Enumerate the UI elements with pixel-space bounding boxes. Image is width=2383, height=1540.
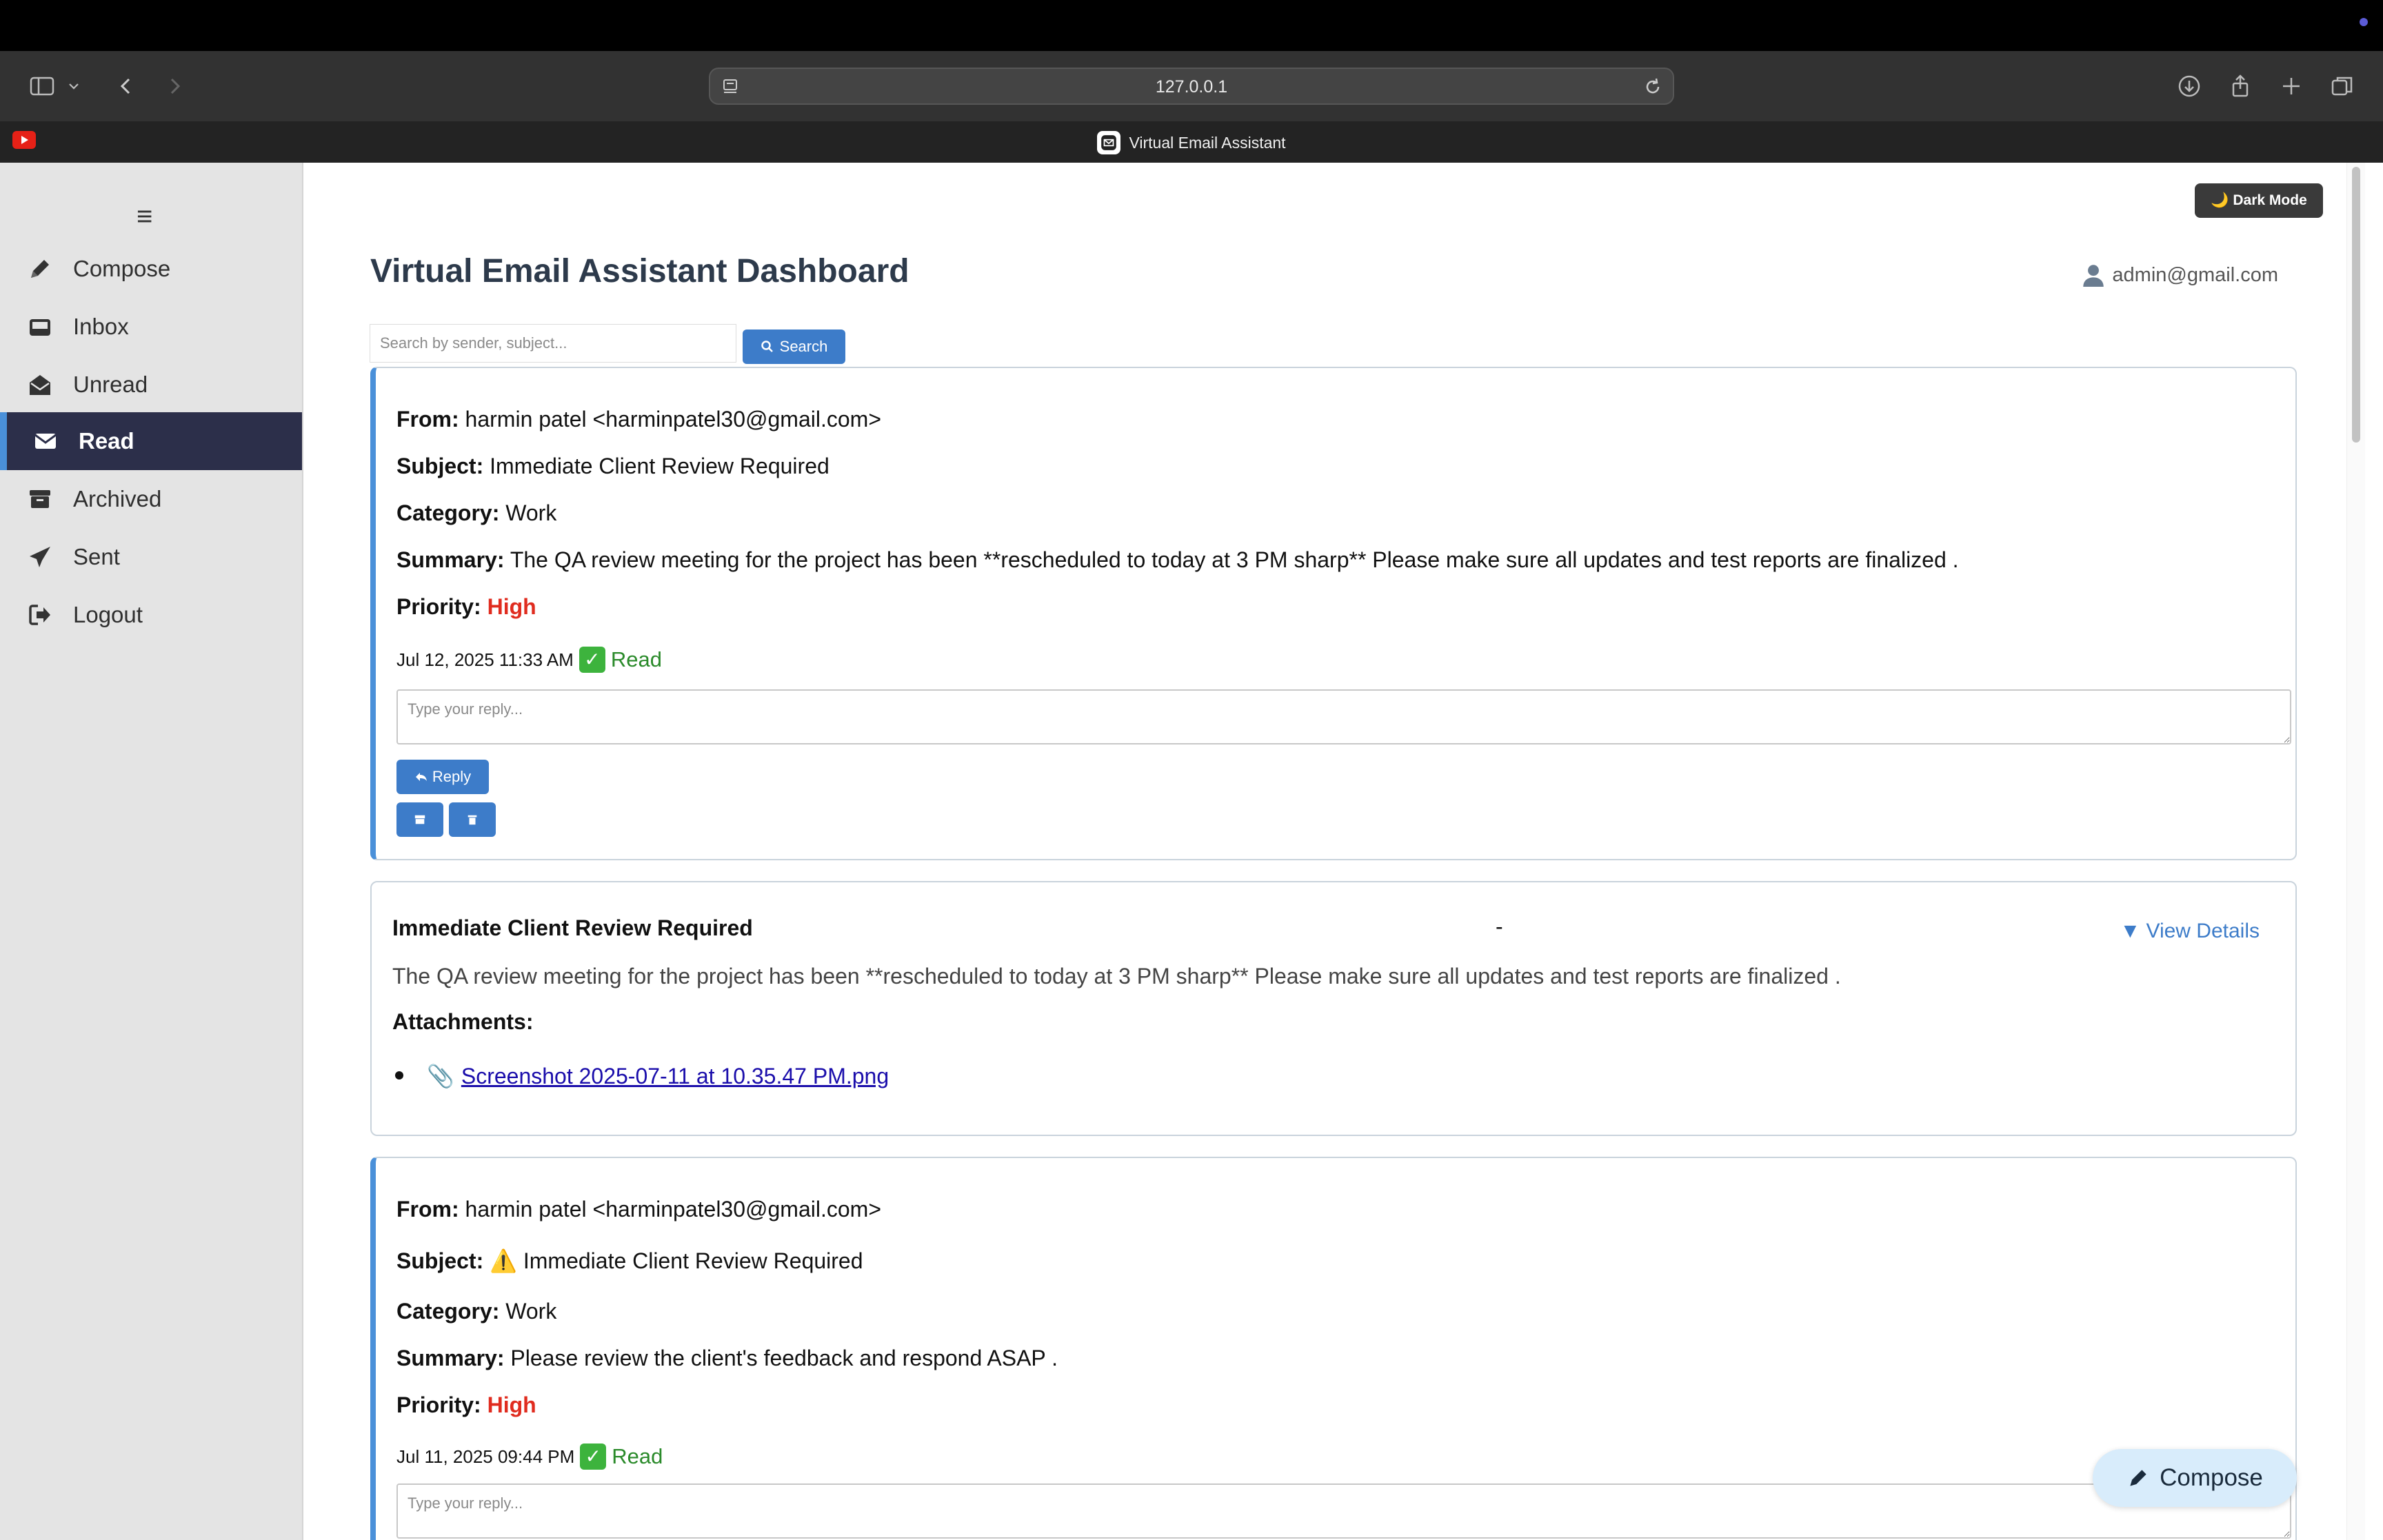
status-dot xyxy=(2360,18,2368,26)
page-title: Virtual Email Assistant Dashboard xyxy=(370,253,909,290)
email-date: Jul 11, 2025 09:44 PM xyxy=(396,1446,575,1467)
forward-arrow-icon[interactable] xyxy=(159,70,190,102)
system-menu-bar xyxy=(0,0,2383,51)
archive-box-icon xyxy=(25,484,55,514)
sidebar-item-label: Archived xyxy=(73,486,162,511)
paperclip-icon: 📎 xyxy=(427,1064,454,1088)
user-icon xyxy=(2083,265,2104,287)
dark-mode-button[interactable]: 🌙 Dark Mode xyxy=(2195,183,2323,218)
sidebar-item-label: Sent xyxy=(73,544,120,569)
reply-textarea[interactable] xyxy=(396,689,2291,744)
url-text[interactable]: 127.0.0.1 xyxy=(710,77,1673,97)
attachments-label: Attachments: xyxy=(392,1009,534,1034)
archive-button[interactable] xyxy=(396,802,443,837)
email-priority: Priority: High xyxy=(396,594,536,619)
search-input[interactable] xyxy=(370,324,736,363)
app-viewport: ≡ Compose Inbox Unread Read Archived Sen… xyxy=(0,163,2383,1540)
email-summary: Summary: The QA review meeting for the p… xyxy=(396,547,1959,572)
check-mark-icon: ✓ xyxy=(580,1443,607,1470)
email-card: From: harmin patel <harminpatel30@gmail.… xyxy=(370,1157,2297,1540)
sidebar-item-label: Inbox xyxy=(73,314,129,339)
search-icon xyxy=(761,341,773,352)
archive-icon xyxy=(414,815,425,824)
trash-icon xyxy=(467,815,477,825)
floating-compose-button[interactable]: Compose xyxy=(2093,1449,2297,1507)
sidebar-item-read[interactable]: Read xyxy=(0,412,302,470)
sidebar-item-inbox[interactable]: Inbox xyxy=(0,298,302,356)
sidebar-item-label: Read xyxy=(79,428,134,454)
pencil-icon xyxy=(25,254,55,284)
detail-summary: The QA review meeting for the project ha… xyxy=(392,964,1841,989)
sidebar-item-unread[interactable]: Unread xyxy=(0,356,302,414)
sidebar-item-label: Compose xyxy=(73,256,171,281)
email-subject: Subject: ⚠️ Immediate Client Review Requ… xyxy=(396,1248,863,1273)
email-category: Category: Work xyxy=(396,500,557,525)
inbox-icon xyxy=(25,312,55,342)
hamburger-menu-icon[interactable]: ≡ xyxy=(137,201,152,232)
tab-bar: Virtual Email Assistant xyxy=(0,121,2383,163)
tab-overview-icon[interactable] xyxy=(2326,70,2358,102)
sidebar-item-label: Unread xyxy=(73,372,148,397)
email-from: From: harmin patel <harminpatel30@gmail.… xyxy=(396,1197,881,1222)
sidebar-item-archived[interactable]: Archived xyxy=(0,470,302,528)
delete-button[interactable] xyxy=(449,802,496,837)
email-category: Category: Work xyxy=(396,1299,557,1324)
read-status: Read xyxy=(612,1444,663,1468)
detail-separator: - xyxy=(1496,914,1503,939)
sidebar-toggle-icon[interactable] xyxy=(26,70,58,102)
email-summary: Summary: Please review the client's feed… xyxy=(396,1346,1058,1370)
sidebar-item-logout[interactable]: Logout xyxy=(0,586,302,644)
reply-textarea[interactable] xyxy=(396,1483,2291,1539)
envelope-open-icon xyxy=(25,369,55,400)
paper-plane-icon xyxy=(25,542,55,572)
back-arrow-icon[interactable] xyxy=(110,70,142,102)
browser-toolbar: 127.0.0.1 xyxy=(0,51,2383,121)
email-meta: Jul 11, 2025 09:44 PM ✓ Read xyxy=(396,1443,663,1470)
sidebar-item-compose[interactable]: Compose xyxy=(0,240,302,298)
view-details-toggle[interactable]: ▼ View Details xyxy=(2120,920,2260,943)
active-tab[interactable]: Virtual Email Assistant xyxy=(0,131,2383,154)
email-date: Jul 12, 2025 11:33 AM xyxy=(396,649,574,670)
sidebar: ≡ Compose Inbox Unread Read Archived Sen… xyxy=(0,163,303,1540)
scrollbar[interactable] xyxy=(2346,163,2365,1540)
bullet xyxy=(395,1071,403,1080)
email-card: From: harmin patel <harminpatel30@gmail.… xyxy=(370,367,2297,860)
tab-title: Virtual Email Assistant xyxy=(1129,133,1286,152)
priority-badge: High xyxy=(487,594,536,619)
read-status: Read xyxy=(610,647,662,671)
email-detail-card: Immediate Client Review Required - ▼ Vie… xyxy=(370,881,2297,1136)
scrollbar-thumb[interactable] xyxy=(2352,167,2360,443)
envelope-favicon-icon xyxy=(1097,131,1121,154)
sidebar-item-label: Logout xyxy=(73,602,143,627)
check-mark-icon: ✓ xyxy=(579,647,605,673)
attachment-link[interactable]: Screenshot 2025-07-11 at 10.35.47 PM.png xyxy=(461,1064,889,1089)
logout-icon xyxy=(25,600,55,630)
address-bar[interactable]: 127.0.0.1 xyxy=(709,68,1674,105)
moon-icon: 🌙 xyxy=(2211,192,2229,208)
reply-arrow-icon xyxy=(415,773,427,781)
pencil-icon xyxy=(2130,1470,2146,1486)
new-tab-icon[interactable] xyxy=(2275,70,2307,102)
detail-subject: Immediate Client Review Required xyxy=(392,915,753,940)
search-button[interactable]: Search xyxy=(743,330,845,364)
user-email: admin@gmail.com xyxy=(2112,263,2278,286)
email-priority: Priority: High xyxy=(396,1392,536,1417)
main-content: 🌙 Dark Mode Virtual Email Assistant Dash… xyxy=(303,163,2365,1540)
share-icon[interactable] xyxy=(2224,70,2256,102)
email-meta: Jul 12, 2025 11:33 AM ✓ Read xyxy=(396,647,662,673)
priority-badge: High xyxy=(487,1392,536,1417)
reply-button[interactable]: Reply xyxy=(396,760,489,794)
attachment-item: 📎 Screenshot 2025-07-11 at 10.35.47 PM.p… xyxy=(395,1063,889,1089)
reload-icon[interactable] xyxy=(1641,75,1665,99)
email-from: From: harmin patel <harminpatel30@gmail.… xyxy=(396,407,881,432)
chevron-down-icon[interactable] xyxy=(63,70,84,102)
user-info: admin@gmail.com xyxy=(2082,263,2278,287)
email-subject: Subject: Immediate Client Review Require… xyxy=(396,454,829,478)
sidebar-item-sent[interactable]: Sent xyxy=(0,528,302,586)
download-icon[interactable] xyxy=(2173,70,2205,102)
envelope-icon xyxy=(30,426,61,456)
